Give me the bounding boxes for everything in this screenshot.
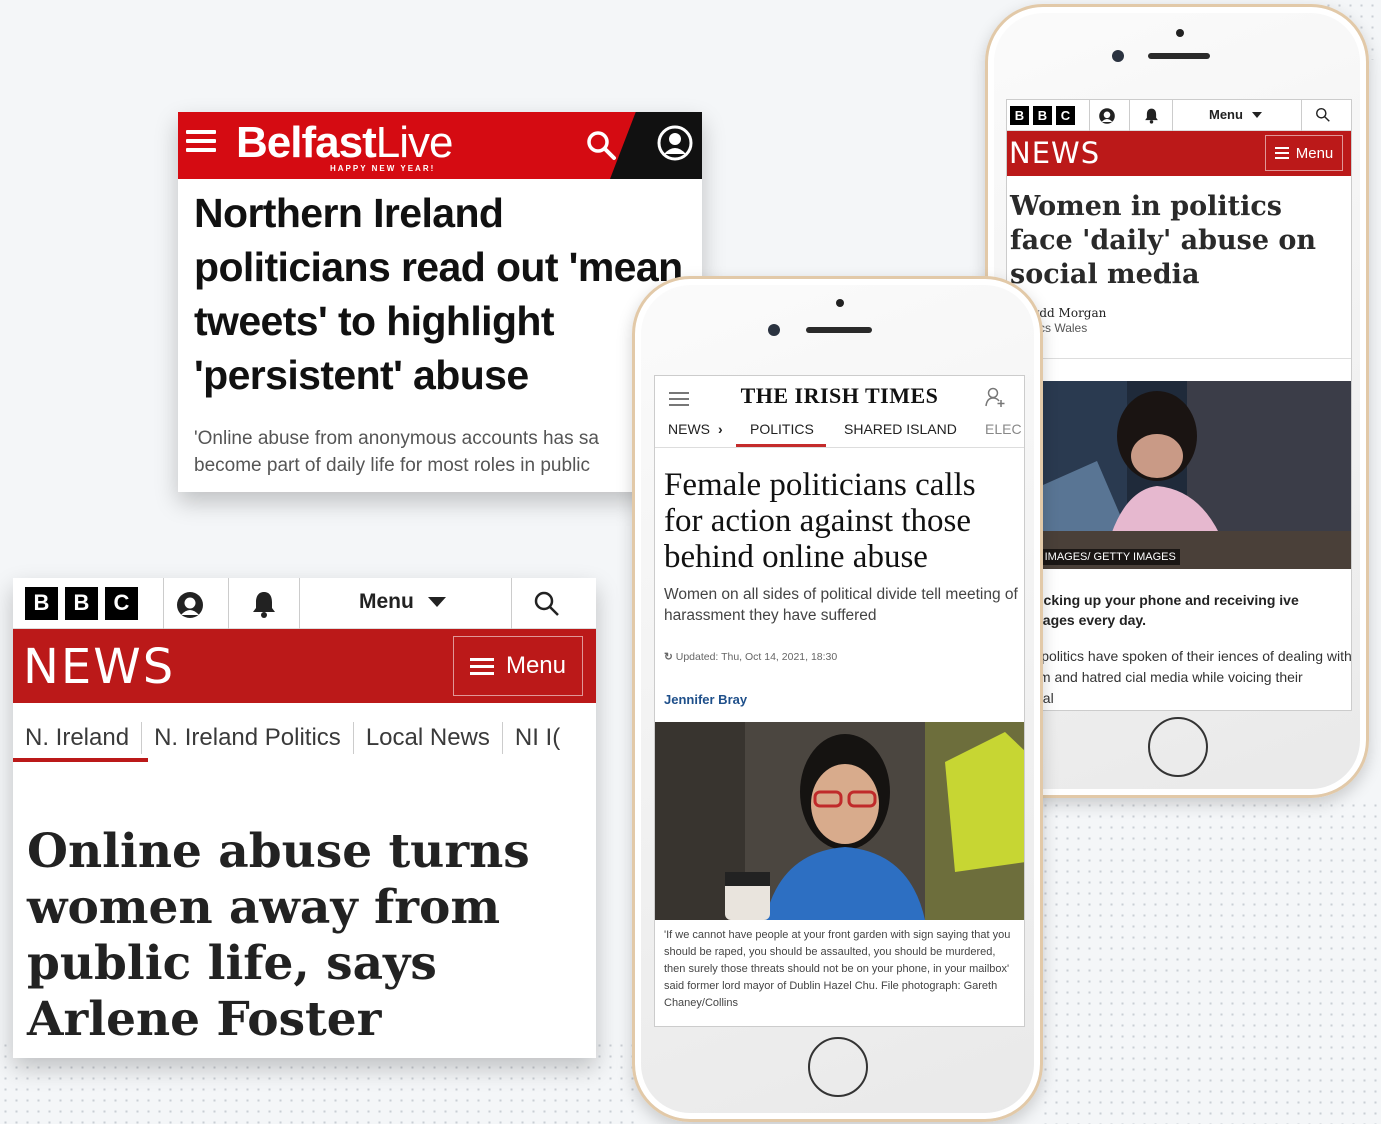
- article-body: en in politics have spoken of their ienc…: [1007, 648, 1352, 706]
- account-icon[interactable]: [175, 590, 205, 620]
- nav-item-news[interactable]: NEWS: [668, 421, 710, 437]
- article-headline[interactable]: Northern Ireland politicians read out 'm…: [194, 186, 694, 402]
- user-account-icon[interactable]: [656, 124, 694, 162]
- section-nav: N. Ireland N. Ireland Politics Local New…: [13, 713, 596, 763]
- author-link[interactable]: Jennifer Bray: [664, 692, 747, 707]
- nav-item-elections-truncated[interactable]: ELEC: [985, 421, 1022, 437]
- logo-tagline: HAPPY NEW YEAR!: [330, 164, 436, 173]
- notifications-bell-icon[interactable]: [251, 590, 277, 618]
- menu-button[interactable]: Menu: [453, 636, 583, 696]
- bbc-top-bar: BBC Menu: [13, 578, 596, 629]
- belfast-live-header: BelfastLive HAPPY NEW YEAR!: [178, 112, 702, 179]
- home-button[interactable]: [808, 1037, 868, 1097]
- nav-item-n-ireland[interactable]: N. Ireland: [13, 722, 143, 754]
- phone-screen: BBC Menu NEWS Menu Women in politics fac…: [1006, 99, 1352, 711]
- belfast-live-article-card: BelfastLive HAPPY NEW YEAR! Northern Ire…: [178, 112, 702, 492]
- phone-screen: THE IRISH TIMES NEWS › POLITICS SHARED I…: [654, 375, 1025, 1027]
- article-headline: Online abuse turns women away from publi…: [27, 824, 530, 1047]
- home-button[interactable]: [1148, 717, 1208, 777]
- news-wordmark[interactable]: NEWS: [23, 639, 175, 695]
- phone-middle: THE IRISH TIMES NEWS › POLITICS SHARED I…: [632, 276, 1043, 1122]
- article-photo: [655, 722, 1024, 920]
- nav-item-shared-island[interactable]: SHARED ISLAND: [844, 421, 957, 437]
- news-wordmark[interactable]: NEWS: [1009, 136, 1100, 170]
- account-icon[interactable]: [1098, 107, 1116, 125]
- speaker-grille: [806, 327, 872, 333]
- front-camera: [1112, 50, 1124, 62]
- article-lead: ine picking up your phone and receiving …: [1007, 592, 1299, 628]
- belfast-live-logo[interactable]: BelfastLive: [236, 118, 453, 168]
- search-icon[interactable]: [584, 128, 618, 162]
- hamburger-menu-icon[interactable]: [186, 130, 216, 156]
- speaker-grille: [1148, 53, 1210, 59]
- article-photo: STEM IMAGES/ GETTY IMAGES: [1007, 381, 1351, 569]
- hamburger-menu-icon: [469, 654, 494, 679]
- irish-times-logo[interactable]: THE IRISH TIMES: [655, 383, 1024, 409]
- nav-item-local-news[interactable]: Local News: [354, 722, 503, 754]
- search-icon[interactable]: [533, 590, 561, 618]
- user-account-icon[interactable]: [984, 386, 1006, 408]
- notifications-bell-icon[interactable]: [1144, 107, 1159, 124]
- bbc-top-bar: BBC Menu: [1007, 100, 1351, 131]
- chevron-down-icon: [427, 597, 446, 607]
- top-menu-dropdown[interactable]: Menu: [359, 590, 446, 614]
- nav-item-politics[interactable]: POLITICS: [750, 421, 814, 437]
- background-dots-right: [1040, 800, 1381, 1124]
- photo-caption: 'If we cannot have people at your front …: [664, 929, 1011, 1009]
- bbc-news-article-card: BBC Menu NEWS Menu N. Ireland N. Ireland…: [13, 578, 596, 1058]
- article-headline: Women in politics face 'daily' abuse on …: [1010, 191, 1317, 290]
- menu-button[interactable]: Menu: [1265, 135, 1343, 171]
- front-camera: [768, 324, 780, 336]
- bbc-news-banner: NEWS Menu: [13, 629, 596, 703]
- active-nav-underline: [736, 444, 826, 447]
- top-menu-dropdown[interactable]: Menu: [1209, 107, 1262, 122]
- section-nav: NEWS › POLITICS SHARED ISLAND ELEC: [655, 416, 1024, 448]
- proximity-sensor: [836, 299, 844, 307]
- search-icon[interactable]: [1315, 107, 1331, 123]
- updated-timestamp: ↻ Updated: Thu, Oct 14, 2021, 18:30: [664, 651, 838, 663]
- article-standfirst: Women on all sides of political divide t…: [664, 586, 1018, 624]
- nav-item-ni-truncated[interactable]: NI I(: [503, 722, 572, 754]
- irish-times-header: THE IRISH TIMES: [655, 376, 1024, 418]
- bbc-logo[interactable]: BBC: [1010, 105, 1075, 125]
- nav-item-n-ireland-politics[interactable]: N. Ireland Politics: [142, 722, 354, 754]
- article-standfirst: 'Online abuse from anonymous accounts ha…: [194, 428, 599, 476]
- chevron-down-icon: [1251, 111, 1262, 118]
- hamburger-menu-icon: [1274, 144, 1289, 162]
- article-headline: Female politicians calls for action agai…: [664, 467, 976, 575]
- hazel-chu-photo-illustration: [655, 722, 1024, 920]
- bbc-logo[interactable]: BBC: [25, 586, 138, 620]
- bbc-news-banner: NEWS Menu: [1007, 131, 1351, 176]
- chevron-right-icon: ›: [718, 421, 723, 437]
- woman-distressed-illustration: [1007, 381, 1351, 569]
- divider: [1007, 358, 1351, 359]
- active-nav-underline: [13, 758, 148, 762]
- proximity-sensor: [1176, 29, 1184, 37]
- refresh-icon: ↻: [664, 651, 673, 663]
